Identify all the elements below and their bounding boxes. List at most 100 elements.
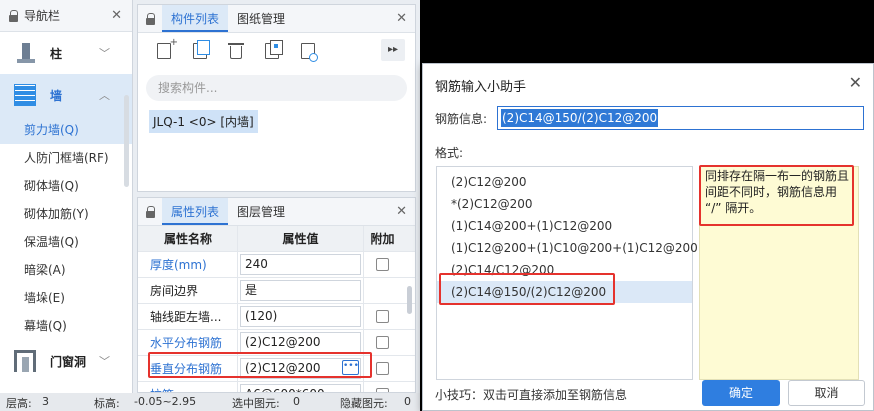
tab-component-list[interactable]: 构件列表 bbox=[162, 5, 229, 32]
format-item[interactable]: (1)C12@200+(1)C10@200+(1)C12@200 bbox=[437, 237, 698, 259]
dialog-title: 钢筋输入小助手 bbox=[435, 80, 527, 95]
highlight-box bbox=[439, 273, 615, 305]
property-list-panel: 属性列表 图层管理 ✕ 属性名称 属性值 附加 厚度(mm) 240 房间边界 … bbox=[137, 197, 416, 393]
nav-item-curtain-wall[interactable]: 幕墙(Q) bbox=[0, 312, 132, 340]
scrollbar[interactable] bbox=[407, 286, 412, 314]
scrollbar[interactable] bbox=[124, 95, 129, 187]
nav-header: 导航栏 ✕ bbox=[0, 0, 132, 32]
property-value[interactable]: (120) bbox=[240, 306, 361, 327]
component-toolbar: ▸▸ bbox=[138, 33, 415, 69]
close-icon[interactable]: ✕ bbox=[111, 8, 122, 23]
component-item[interactable]: JLQ-1 <0> [内墙] bbox=[149, 110, 258, 133]
close-icon[interactable]: ✕ bbox=[396, 11, 407, 26]
column-header-value: 属性值 bbox=[238, 226, 364, 251]
nav-group-wall[interactable]: 墙 ︿ bbox=[0, 74, 132, 116]
extra-checkbox[interactable] bbox=[376, 310, 389, 323]
highlight-box bbox=[148, 352, 372, 378]
nav-group-label: 墙 bbox=[50, 88, 63, 103]
extra-checkbox[interactable] bbox=[376, 336, 389, 349]
rebar-info-label: 钢筋信息: bbox=[435, 112, 488, 126]
selected-label: 选中图元: bbox=[232, 397, 280, 410]
nav-item-masonry-reinforcement[interactable]: 砌体加筋(Y) bbox=[0, 200, 132, 228]
column-icon bbox=[14, 42, 36, 64]
copy-component-button[interactable] bbox=[182, 38, 218, 64]
hidden-value: 0 bbox=[404, 395, 411, 408]
nav-item-shear-wall[interactable]: 剪力墙(Q) bbox=[0, 116, 132, 144]
hidden-label: 隐藏图元: bbox=[340, 397, 388, 410]
delete-icon bbox=[228, 43, 244, 59]
property-name: 拉筋 bbox=[138, 382, 238, 392]
copy-icon bbox=[193, 40, 210, 59]
property-value[interactable]: 是 bbox=[240, 280, 361, 301]
property-row: 厚度(mm) 240 bbox=[138, 252, 415, 278]
format-item[interactable]: (2)C12@200 bbox=[437, 171, 692, 193]
wall-icon bbox=[14, 84, 36, 106]
nav-item-list: 剪力墙(Q) 人防门框墙(RF) 砌体墙(Q) 砌体加筋(Y) 保温墙(Q) 暗… bbox=[0, 116, 132, 340]
property-name: 轴线距左墙... bbox=[138, 304, 238, 329]
property-row: 房间边界 是 bbox=[138, 278, 415, 304]
pin-icon[interactable] bbox=[9, 9, 19, 22]
rebar-input-dialog: 钢筋输入小助手 ✕ 钢筋信息: (2)C14@150/(2)C12@200 格式… bbox=[422, 63, 874, 411]
elevation-value: -0.05~2.95 bbox=[134, 395, 197, 408]
nav-item-masonry-wall[interactable]: 砌体墙(Q) bbox=[0, 172, 132, 200]
selected-value: 0 bbox=[293, 395, 300, 408]
property-tabs: 属性列表 图层管理 ✕ bbox=[138, 198, 415, 226]
property-value[interactable]: 240 bbox=[240, 254, 361, 275]
component-search[interactable] bbox=[146, 75, 407, 101]
pin-icon[interactable] bbox=[146, 13, 156, 25]
nav-item-wall-pier[interactable]: 墙垛(E) bbox=[0, 284, 132, 312]
nav-group-label: 门窗洞 bbox=[50, 354, 87, 369]
ok-button[interactable]: 确定 bbox=[702, 380, 780, 406]
format-item[interactable]: *(2)C12@200 bbox=[437, 193, 692, 215]
close-icon[interactable]: ✕ bbox=[396, 204, 407, 219]
floor-height-value: 3 bbox=[42, 395, 49, 408]
column-header-extra: 附加 bbox=[370, 232, 395, 246]
elevation-label: 标高: bbox=[94, 397, 120, 410]
cancel-button[interactable]: 取消 bbox=[788, 380, 865, 406]
extra-checkbox[interactable] bbox=[376, 362, 389, 375]
nav-group-door-window[interactable]: 门窗洞 ﹀ bbox=[0, 340, 132, 382]
nav-group-label: 柱 bbox=[50, 46, 63, 61]
property-header-row: 属性名称 属性值 附加 bbox=[138, 226, 415, 252]
pin-icon[interactable] bbox=[146, 206, 156, 218]
format-item[interactable]: (1)C14@200+(1)C12@200 bbox=[437, 215, 692, 237]
new-component-button[interactable] bbox=[146, 37, 182, 64]
nav-item-hidden-beam[interactable]: 暗梁(A) bbox=[0, 256, 132, 284]
nav-item-civil-defense-door-wall[interactable]: 人防门框墙(RF) bbox=[0, 144, 132, 172]
refresh-icon bbox=[301, 43, 318, 62]
component-list-panel: 构件列表 图纸管理 ✕ ▸▸ JLQ-1 <0> [内墙] bbox=[137, 4, 416, 192]
duplicate-icon bbox=[265, 40, 283, 59]
search-input[interactable] bbox=[158, 81, 407, 95]
property-row: 轴线距左墙... (120) bbox=[138, 304, 415, 330]
property-name: 厚度(mm) bbox=[138, 252, 238, 277]
delete-component-button[interactable] bbox=[218, 38, 254, 64]
rebar-info-field[interactable]: (2)C14@150/(2)C12@200 bbox=[497, 106, 864, 130]
tab-drawing-management[interactable]: 图纸管理 bbox=[228, 5, 294, 32]
rebar-info-value: (2)C14@150/(2)C12@200 bbox=[501, 109, 659, 127]
refresh-component-button[interactable] bbox=[290, 38, 326, 64]
property-value[interactable]: A6@600*600 bbox=[240, 384, 361, 392]
column-header-name: 属性名称 bbox=[138, 226, 238, 251]
new-icon bbox=[157, 37, 178, 59]
nav-group-column[interactable]: 柱 ﹀ bbox=[0, 32, 132, 74]
nav-title: 导航栏 bbox=[24, 9, 61, 23]
nav-item-insulation-wall[interactable]: 保温墙(Q) bbox=[0, 228, 132, 256]
close-icon[interactable]: ✕ bbox=[849, 73, 862, 92]
tab-layer-management[interactable]: 图层管理 bbox=[228, 198, 294, 225]
duplicate-component-button[interactable] bbox=[254, 38, 290, 64]
door-window-icon bbox=[14, 350, 36, 372]
chevron-up-icon: ︿ bbox=[99, 89, 110, 102]
chevron-down-icon: ﹀ bbox=[99, 355, 110, 368]
component-tabs: 构件列表 图纸管理 ✕ bbox=[138, 5, 415, 33]
highlight-box bbox=[699, 165, 854, 226]
tab-property-list[interactable]: 属性列表 bbox=[162, 198, 229, 225]
property-row: 拉筋 A6@600*600 bbox=[138, 382, 415, 392]
more-tools-button[interactable]: ▸▸ bbox=[381, 39, 405, 61]
navigation-panel: 导航栏 ✕ 柱 ﹀ 墙 ︿ 剪力墙(Q) 人防门框墙(RF) 砌体墙(Q) 砌体… bbox=[0, 0, 133, 393]
extra-checkbox[interactable] bbox=[376, 258, 389, 271]
status-bar: 层高: 3 标高: -0.05~2.95 选中图元: 0 隐藏图元: 0 bbox=[0, 393, 420, 411]
tip-text: 小技巧：双击可直接添加至钢筋信息 bbox=[435, 388, 628, 402]
property-value[interactable]: (2)C12@200 bbox=[240, 332, 361, 353]
chevron-down-icon: ﹀ bbox=[99, 47, 110, 60]
property-name: 房间边界 bbox=[138, 278, 238, 303]
